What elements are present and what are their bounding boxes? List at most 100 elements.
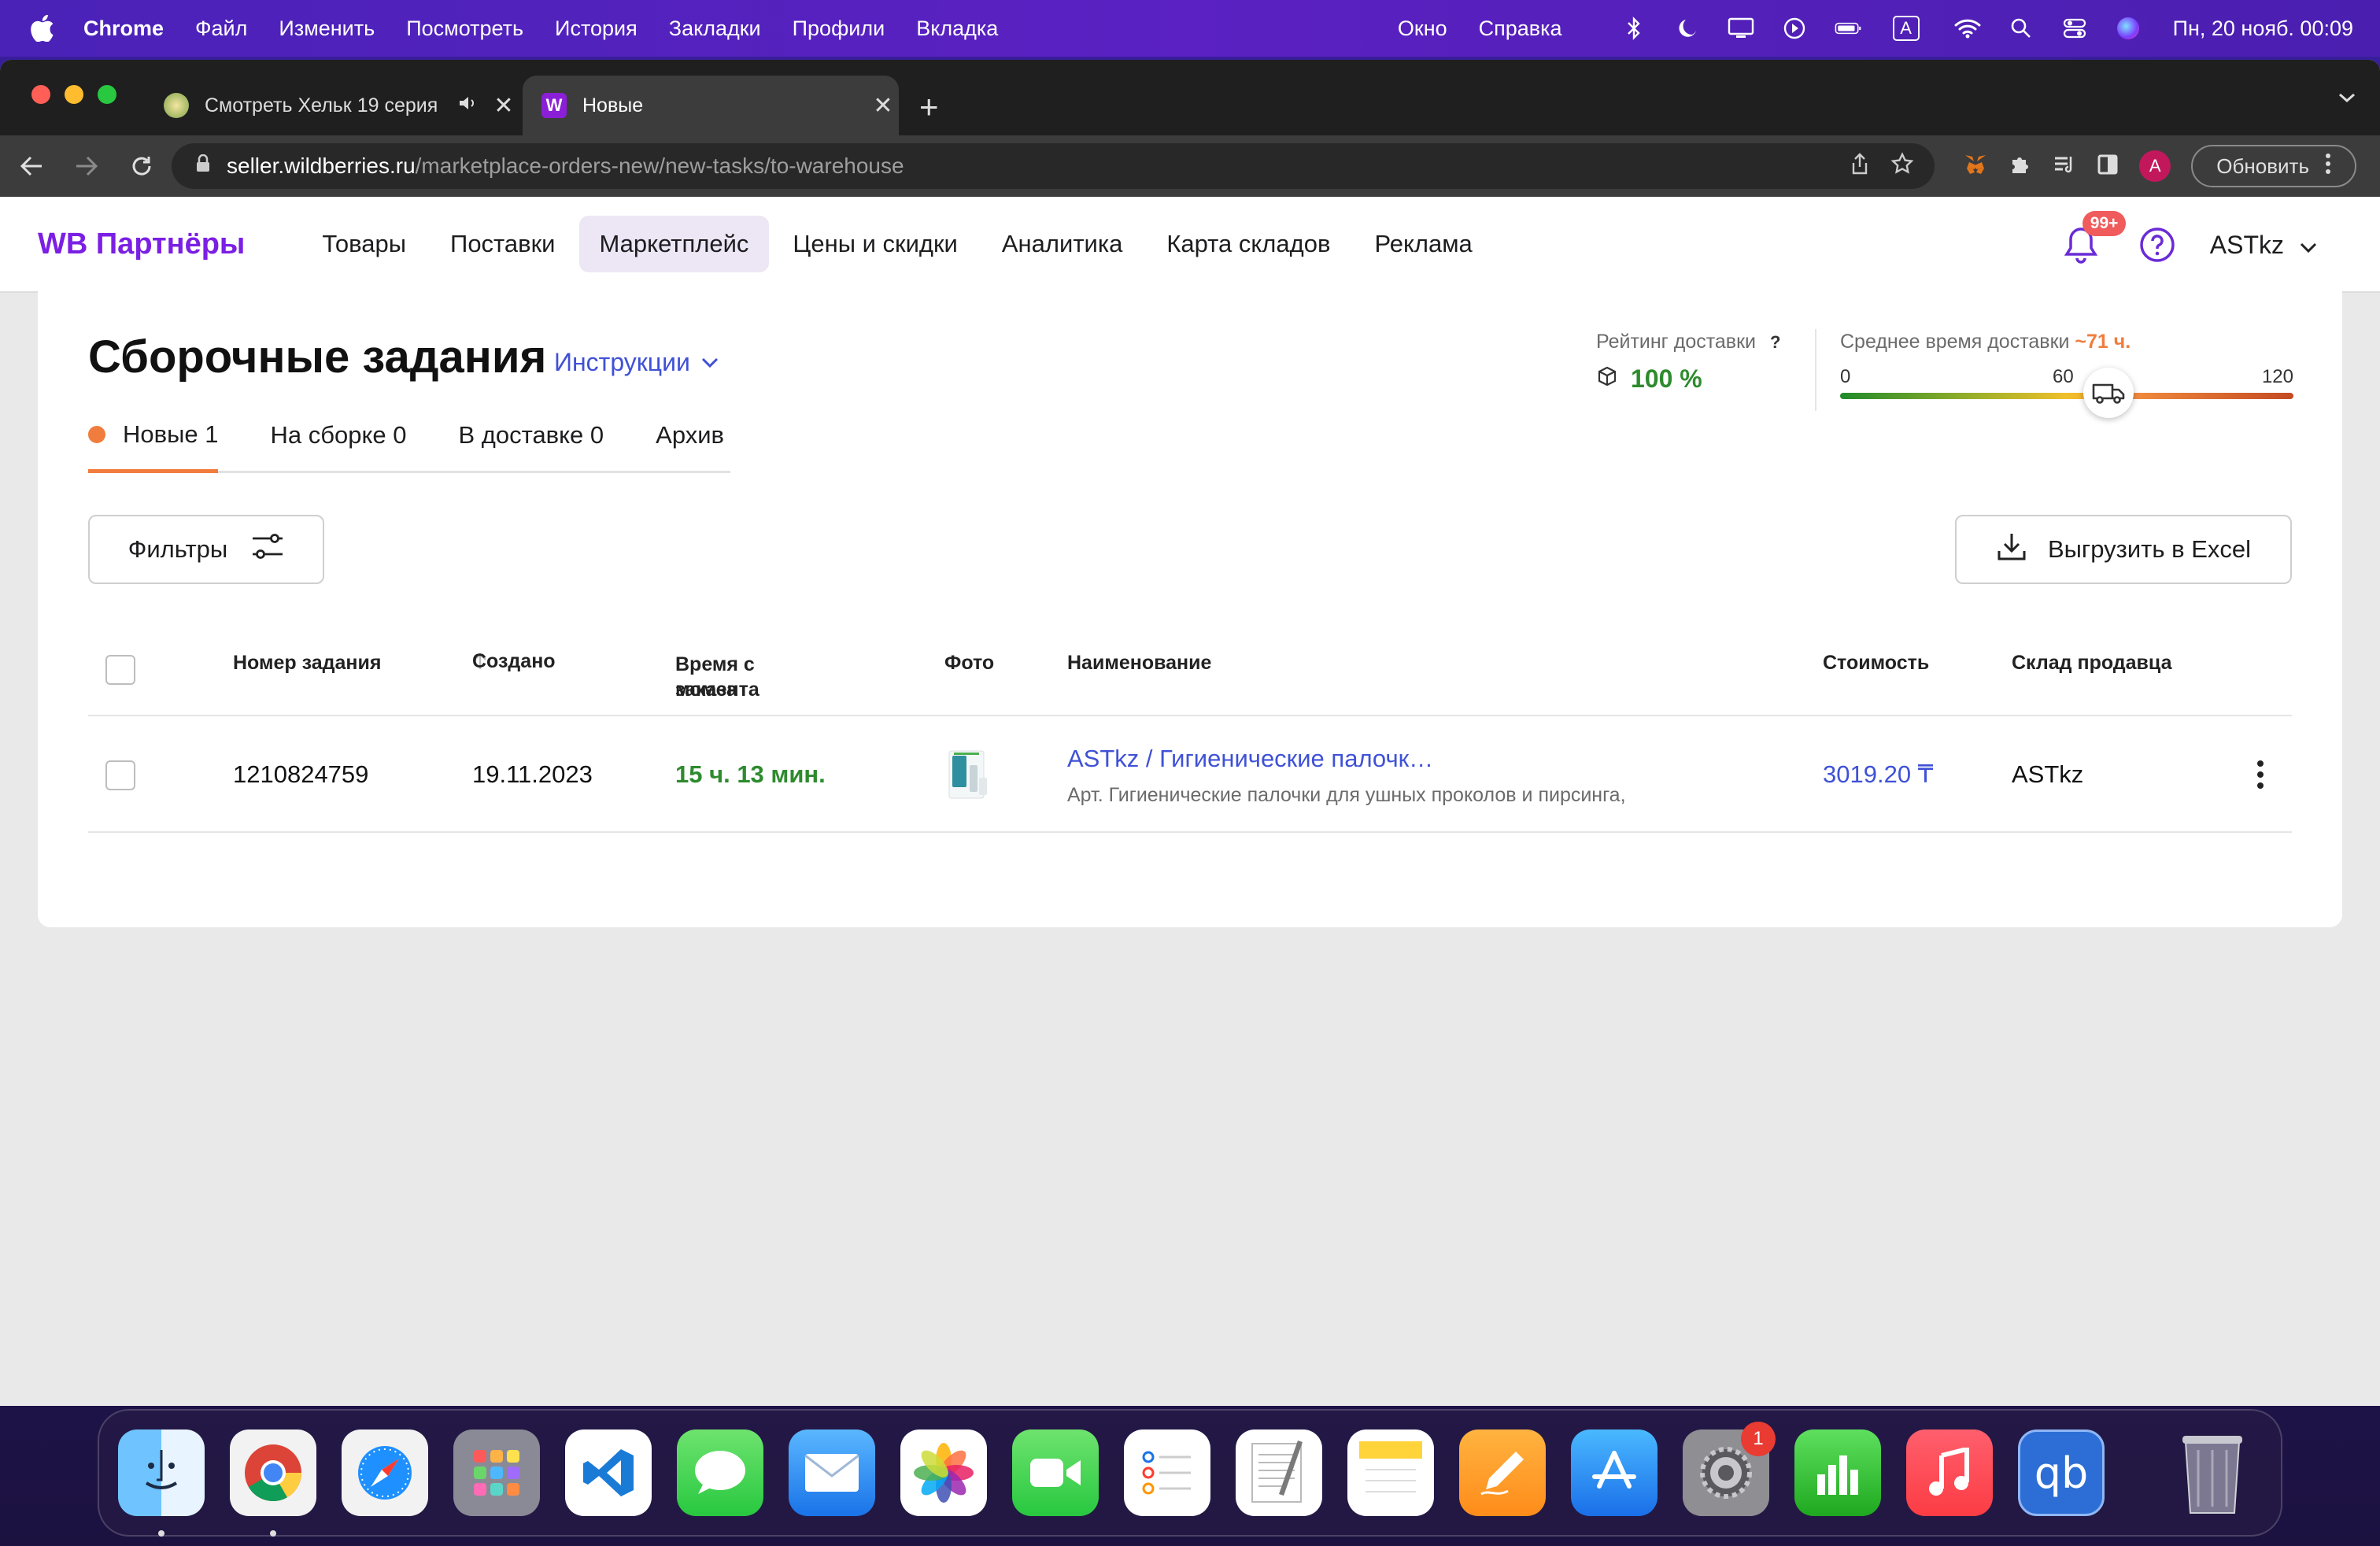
nav-prices[interactable]: Цены и скидки (772, 216, 978, 272)
running-indicator (270, 1530, 276, 1537)
spotlight-search-icon[interactable] (2008, 15, 2034, 42)
notifications-badge: 99+ (2082, 211, 2127, 236)
update-chrome-button[interactable]: Обновить (2191, 145, 2356, 187)
row-actions-kebab-icon[interactable] (2245, 751, 2276, 798)
numbers-icon[interactable] (1794, 1429, 1881, 1516)
tab-favicon-icon (164, 93, 189, 118)
export-excel-label: Выгрузить в Excel (2047, 535, 2252, 563)
nav-supplies[interactable]: Поставки (430, 216, 575, 272)
keyboard-layout-icon[interactable]: A (1892, 15, 1920, 42)
col-created[interactable]: Создано (472, 650, 556, 672)
table-row[interactable]: 1210824759 19.11.2023 15 ч. 13 мин. ASTk… (88, 716, 2292, 833)
notes-icon[interactable] (1347, 1429, 1434, 1516)
tab-archive[interactable]: Архив (656, 420, 724, 471)
nav-warehouse-map[interactable]: Карта складов (1146, 216, 1351, 272)
close-window-button[interactable] (31, 85, 50, 104)
nav-marketplace[interactable]: Маркетплейс (578, 216, 770, 272)
row-checkbox[interactable] (105, 760, 135, 790)
zoom-window-button[interactable] (98, 85, 116, 104)
extensions-puzzle-icon[interactable] (2009, 153, 2032, 180)
bluetooth-icon[interactable] (1621, 15, 1647, 42)
music-icon[interactable] (1906, 1429, 1993, 1516)
menu-tab[interactable]: Вкладка (916, 17, 998, 41)
now-playing-icon[interactable] (1781, 15, 1808, 42)
qbittorrent-icon[interactable]: qb (2018, 1429, 2105, 1516)
app-store-icon[interactable] (1571, 1429, 1658, 1516)
account-menu[interactable]: ASTkz (2210, 231, 2317, 260)
tab-in-delivery[interactable]: В доставке 0 (458, 420, 604, 471)
notifications-bell-icon[interactable]: 99+ (2062, 211, 2127, 264)
export-excel-button[interactable]: Выгрузить в Excel (1955, 515, 2292, 584)
menu-window[interactable]: Окно (1398, 17, 1447, 41)
browser-tab-active[interactable]: W Новые ✕ (523, 76, 899, 135)
metamask-fox-icon[interactable] (1963, 153, 1988, 180)
menu-app-name[interactable]: Chrome (83, 17, 164, 41)
menu-view[interactable]: Посмотреть (406, 17, 523, 41)
product-photo[interactable] (944, 746, 995, 801)
col-price[interactable]: Стоимость (1823, 652, 1929, 675)
wb-partners-logo[interactable]: WB Партнёры (38, 227, 245, 261)
mail-icon[interactable] (789, 1429, 875, 1516)
pages-icon[interactable] (1459, 1429, 1546, 1516)
messages-icon[interactable] (677, 1429, 763, 1516)
finder-icon[interactable] (118, 1429, 205, 1537)
tab-new[interactable]: Новые 1 (88, 420, 219, 473)
kebab-menu-icon[interactable] (2325, 153, 2331, 180)
bookmark-star-icon[interactable] (1890, 151, 1914, 181)
menu-file[interactable]: Файл (195, 17, 247, 41)
control-center-icon[interactable] (2061, 15, 2088, 42)
side-panel-icon[interactable] (2097, 153, 2119, 179)
tab-close-icon[interactable]: ✕ (867, 92, 899, 120)
chrome-icon[interactable] (230, 1429, 316, 1537)
menu-bookmarks[interactable]: Закладки (669, 17, 761, 41)
forward-arrow-icon[interactable] (63, 142, 110, 190)
reading-list-icon[interactable] (2053, 153, 2076, 179)
focus-moon-icon[interactable] (1674, 15, 1701, 42)
siri-icon[interactable] (2115, 15, 2142, 42)
instructions-dropdown[interactable]: Инструкции (554, 348, 719, 377)
tab-close-icon[interactable]: ✕ (488, 92, 519, 120)
trash-icon[interactable] (2169, 1429, 2256, 1516)
filters-label: Фильтры (128, 535, 228, 563)
help-question-icon[interactable] (2138, 225, 2177, 264)
menu-edit[interactable]: Изменить (279, 17, 375, 41)
new-tab-plus-icon[interactable]: + (919, 88, 939, 126)
nav-analytics[interactable]: Аналитика (981, 216, 1143, 272)
tab-assembling[interactable]: На сборке 0 (270, 420, 406, 471)
address-bar[interactable]: seller.wildberries.ru /marketplace-order… (172, 143, 1935, 189)
filters-button[interactable]: Фильтры (88, 515, 324, 584)
vscode-icon[interactable] (565, 1429, 652, 1516)
nav-goods[interactable]: Товары (301, 216, 427, 272)
browser-tab-video[interactable]: Смотреть Хельк 19 серия ✕ (150, 76, 519, 135)
nav-ads[interactable]: Реклама (1354, 216, 1492, 272)
site-info-icon[interactable] (195, 153, 211, 179)
product-name-link[interactable]: ASTkz / Гигиенические палочк… (1067, 745, 1433, 773)
menu-profiles[interactable]: Профили (793, 17, 885, 41)
system-settings-icon[interactable]: 1 (1683, 1422, 1776, 1516)
apple-menu-icon[interactable] (28, 14, 57, 43)
facetime-icon[interactable] (1012, 1429, 1099, 1516)
share-icon[interactable] (1850, 152, 1870, 181)
select-all-checkbox[interactable] (105, 655, 135, 685)
tab-audio-icon[interactable] (458, 94, 477, 117)
profile-avatar[interactable]: A (2139, 150, 2171, 182)
launchpad-icon[interactable] (453, 1429, 540, 1516)
col-task-number[interactable]: Номер задания (233, 652, 381, 675)
safari-icon[interactable] (342, 1429, 428, 1516)
battery-icon[interactable] (1835, 15, 1861, 42)
reload-icon[interactable] (118, 142, 165, 190)
tab-title: Новые (582, 94, 644, 117)
delivery-rating-help-icon[interactable]: ? (1770, 332, 1780, 353)
back-arrow-icon[interactable] (8, 142, 55, 190)
wifi-icon[interactable] (1954, 15, 1981, 42)
menu-history[interactable]: История (555, 17, 638, 41)
textedit-icon[interactable] (1236, 1429, 1322, 1516)
photos-icon[interactable] (900, 1429, 987, 1516)
product-price[interactable]: 3019.20 ₸ (1823, 760, 1933, 789)
tab-search-chevron-icon[interactable] (2338, 91, 2356, 108)
display-icon[interactable] (1728, 15, 1754, 42)
menu-help[interactable]: Справка (1479, 17, 1562, 41)
minimize-window-button[interactable] (65, 85, 83, 104)
reminders-icon[interactable] (1124, 1429, 1210, 1516)
menubar-clock[interactable]: Пн, 20 нояб. 00:09 (2173, 17, 2353, 41)
